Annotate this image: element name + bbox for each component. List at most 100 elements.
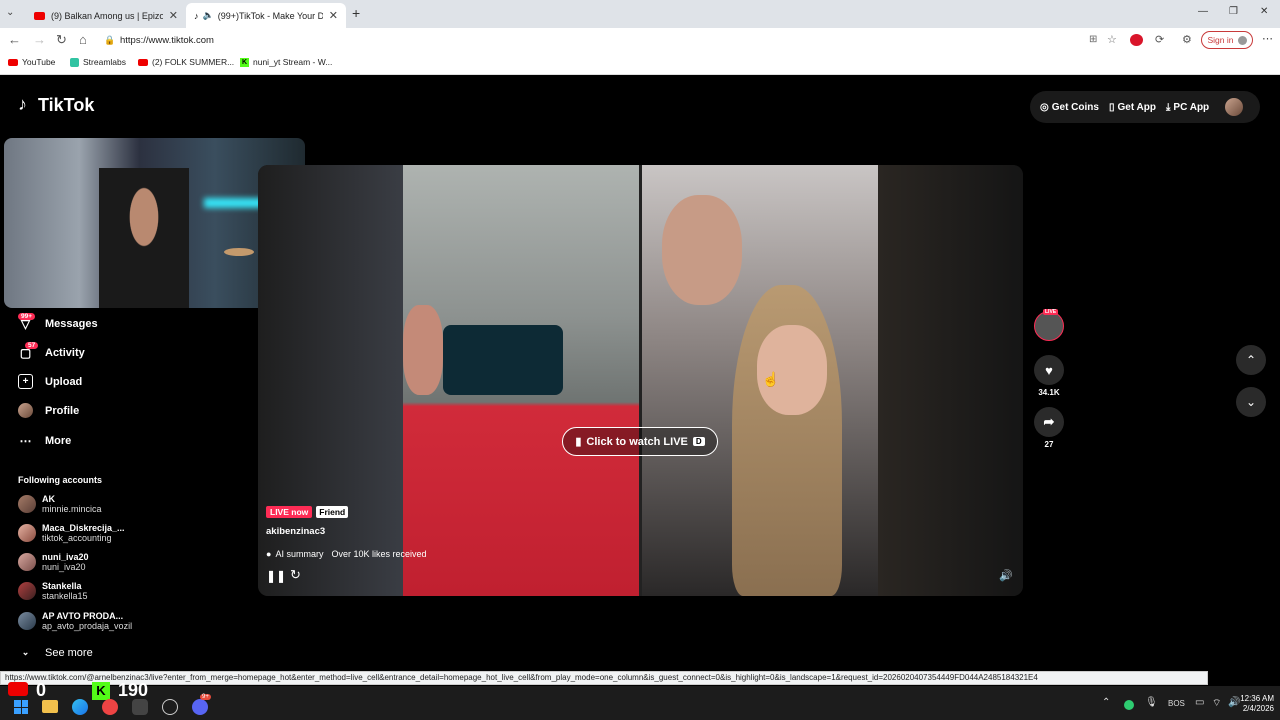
apps-icon[interactable]: ⊞ — [1089, 34, 1097, 45]
ai-summary-row[interactable]: ● AI summary Over 10K likes received — [266, 549, 427, 559]
youtube-icon — [8, 58, 18, 66]
creator-username[interactable]: akibenzinac3 — [266, 526, 325, 537]
sidebar-item-profile[interactable]: Profile — [18, 403, 79, 418]
tab-youtube[interactable]: (9) Balkan Among us | Epizoda 3 - ✕ — [26, 3, 186, 28]
more-menu-icon[interactable]: ⋯ — [1262, 32, 1273, 45]
get-app-label: Get App — [1117, 101, 1156, 113]
windows-start-icon[interactable] — [14, 700, 28, 714]
live-video-player[interactable]: ▮ Click to watch LIVE D LIVE now Friend … — [258, 165, 1023, 596]
pause-icon[interactable]: ❚❚ — [266, 569, 286, 583]
following-account-item[interactable]: nuni_iva20 nuni_iva20 — [18, 552, 89, 572]
file-explorer-icon[interactable] — [42, 700, 58, 713]
user-avatar[interactable] — [1225, 98, 1244, 116]
upload-icon: + — [18, 374, 33, 389]
tab-tiktok[interactable]: ♪ 🔈 (99+)TikTok - Make Your Day ✕ — [186, 3, 346, 28]
get-app-button[interactable]: ▯ Get App — [1109, 102, 1156, 113]
close-window-button[interactable]: ✕ — [1260, 6, 1268, 17]
favorite-star-icon[interactable]: ☆ — [1107, 33, 1117, 46]
sidebar-item-more[interactable]: ⋯ More — [18, 433, 72, 448]
volume-icon[interactable]: 🔊 — [999, 569, 1013, 582]
forward-icon[interactable]: → — [33, 32, 46, 47]
bookmarks-bar: YouTube Streamlabs (2) FOLK SUMMER... K … — [0, 53, 1280, 75]
see-more-button[interactable]: ⌄ See more — [18, 645, 93, 660]
signal-bars-icon: ▮ — [575, 436, 582, 448]
back-icon[interactable]: ← — [8, 32, 21, 47]
input-language[interactable]: BOS — [1168, 699, 1185, 708]
discord-icon[interactable] — [192, 699, 208, 715]
youtube-icon — [34, 11, 45, 20]
following-account-item[interactable]: AP AVTO PRODA... ap_avto_prodaja_vozil — [18, 611, 132, 631]
sidebar-item-label: Messages — [45, 317, 98, 330]
header-actions: ◎ Get Coins ▯ Get App ⤓ PC App — [1030, 91, 1260, 123]
next-video-button[interactable]: ⌄ — [1236, 387, 1266, 417]
youtube-icon — [138, 58, 148, 66]
bookmark-youtube[interactable]: YouTube — [8, 57, 55, 67]
obs-icon[interactable] — [132, 699, 148, 715]
share-action[interactable]: ➦ 27 — [1034, 407, 1064, 449]
table-top — [224, 248, 254, 256]
clock[interactable]: 12:36 AM 2/4/2026 — [1232, 694, 1274, 714]
sign-in-button[interactable]: Sign in — [1201, 31, 1253, 49]
like-action[interactable]: ♥ 34.1K — [1034, 355, 1064, 397]
collections-icon[interactable]: ⚙ — [1182, 33, 1192, 46]
tiktok-icon: ♪ — [194, 10, 199, 21]
maximize-button[interactable]: ❐ — [1229, 6, 1238, 17]
pc-app-label: PC App — [1173, 101, 1210, 113]
steam-icon[interactable] — [162, 699, 178, 715]
close-tab-icon[interactable]: ✕ — [329, 9, 338, 22]
hand-cursor-icon: ☝ — [762, 371, 780, 387]
download-icon: ⤓ — [1166, 101, 1171, 113]
tab-list-chevron-icon[interactable]: ⌄ — [6, 7, 14, 18]
messages-badge: 99+ — [18, 313, 36, 320]
tiktok-logo-icon[interactable]: ♪ — [18, 94, 27, 115]
chevron-up-icon: ⌃ — [1245, 353, 1257, 367]
minimize-button[interactable]: — — [1198, 6, 1208, 17]
display-icon[interactable]: ▭ — [1195, 697, 1204, 708]
account-name: AK — [42, 494, 55, 504]
new-tab-button[interactable]: + — [352, 5, 360, 21]
account-handle: minnie.mincica — [42, 504, 102, 514]
account-handle: nuni_iva20 — [42, 562, 86, 572]
coin-icon: ◎ — [1040, 101, 1049, 113]
speaker-icon[interactable]: 🔈 — [203, 10, 214, 21]
heart-icon: ♥ — [1034, 355, 1064, 385]
microphone-icon[interactable]: 🎙 — [1145, 697, 1158, 708]
windows-taskbar: 0 K 190 9+ ⌃ 🎙 BOS ▭ ⌔ ⌔ 🔊 12:36 AM 2/4/… — [0, 680, 1280, 720]
following-account-item[interactable]: AK minnie.mincica — [18, 494, 102, 514]
home-icon[interactable]: ⌂ — [79, 32, 87, 47]
extensions-icon[interactable]: ⟳ — [1155, 33, 1164, 46]
wifi-icon[interactable]: ⌔ — [1212, 697, 1221, 710]
lock-icon[interactable]: 🔒 — [104, 32, 115, 49]
ai-summary-label: AI summary — [275, 549, 324, 559]
following-accounts-title: Following accounts — [18, 475, 103, 485]
avatar — [18, 612, 36, 630]
adblock-extension-icon[interactable] — [1130, 34, 1143, 46]
tray-chevron-up-icon[interactable]: ⌃ — [1102, 697, 1110, 708]
live-avatar-action[interactable]: LIVE — [1034, 309, 1064, 344]
discord-notification-badge: 9+ — [200, 694, 211, 700]
click-to-watch-live-button[interactable]: ▮ Click to watch LIVE D — [562, 427, 718, 456]
account-name: Stankella — [42, 581, 82, 591]
edge-icon[interactable] — [72, 699, 88, 715]
opera-icon[interactable] — [102, 699, 118, 715]
avatar — [18, 582, 36, 600]
address-bar-row: ← → ↻ ⌂ 🔒 https://www.tiktok.com ⊞ ☆ ⟳ ⚙… — [0, 28, 1280, 53]
following-account-item[interactable]: Maca_Diskrecija_... tiktok_accounting — [18, 523, 125, 543]
get-coins-button[interactable]: ◎ Get Coins — [1040, 102, 1099, 113]
woman-face-right — [757, 325, 827, 415]
pc-app-button[interactable]: ⤓ PC App — [1166, 102, 1209, 113]
bookmark-kick-stream[interactable]: K nuni_yt Stream - W... — [240, 57, 332, 67]
bookmark-streamlabs[interactable]: Streamlabs — [70, 57, 126, 67]
previous-video-button[interactable]: ⌃ — [1236, 345, 1266, 375]
following-account-item[interactable]: Stankella stankella15 — [18, 581, 88, 601]
streamer-figure — [99, 168, 189, 308]
replay-icon[interactable]: ↻ — [290, 567, 301, 583]
avatar — [18, 524, 36, 542]
tray-status-icon[interactable] — [1124, 700, 1134, 710]
close-tab-icon[interactable]: ✕ — [169, 9, 178, 22]
reload-icon[interactable]: ↻ — [56, 32, 67, 48]
sidebar-item-upload[interactable]: + Upload — [18, 374, 82, 389]
bookmark-folk-summer[interactable]: (2) FOLK SUMMER... — [138, 57, 234, 67]
url-field[interactable]: 🔒 https://www.tiktok.com — [104, 32, 1174, 49]
tiktok-logo-text[interactable]: TikTok — [38, 95, 94, 116]
